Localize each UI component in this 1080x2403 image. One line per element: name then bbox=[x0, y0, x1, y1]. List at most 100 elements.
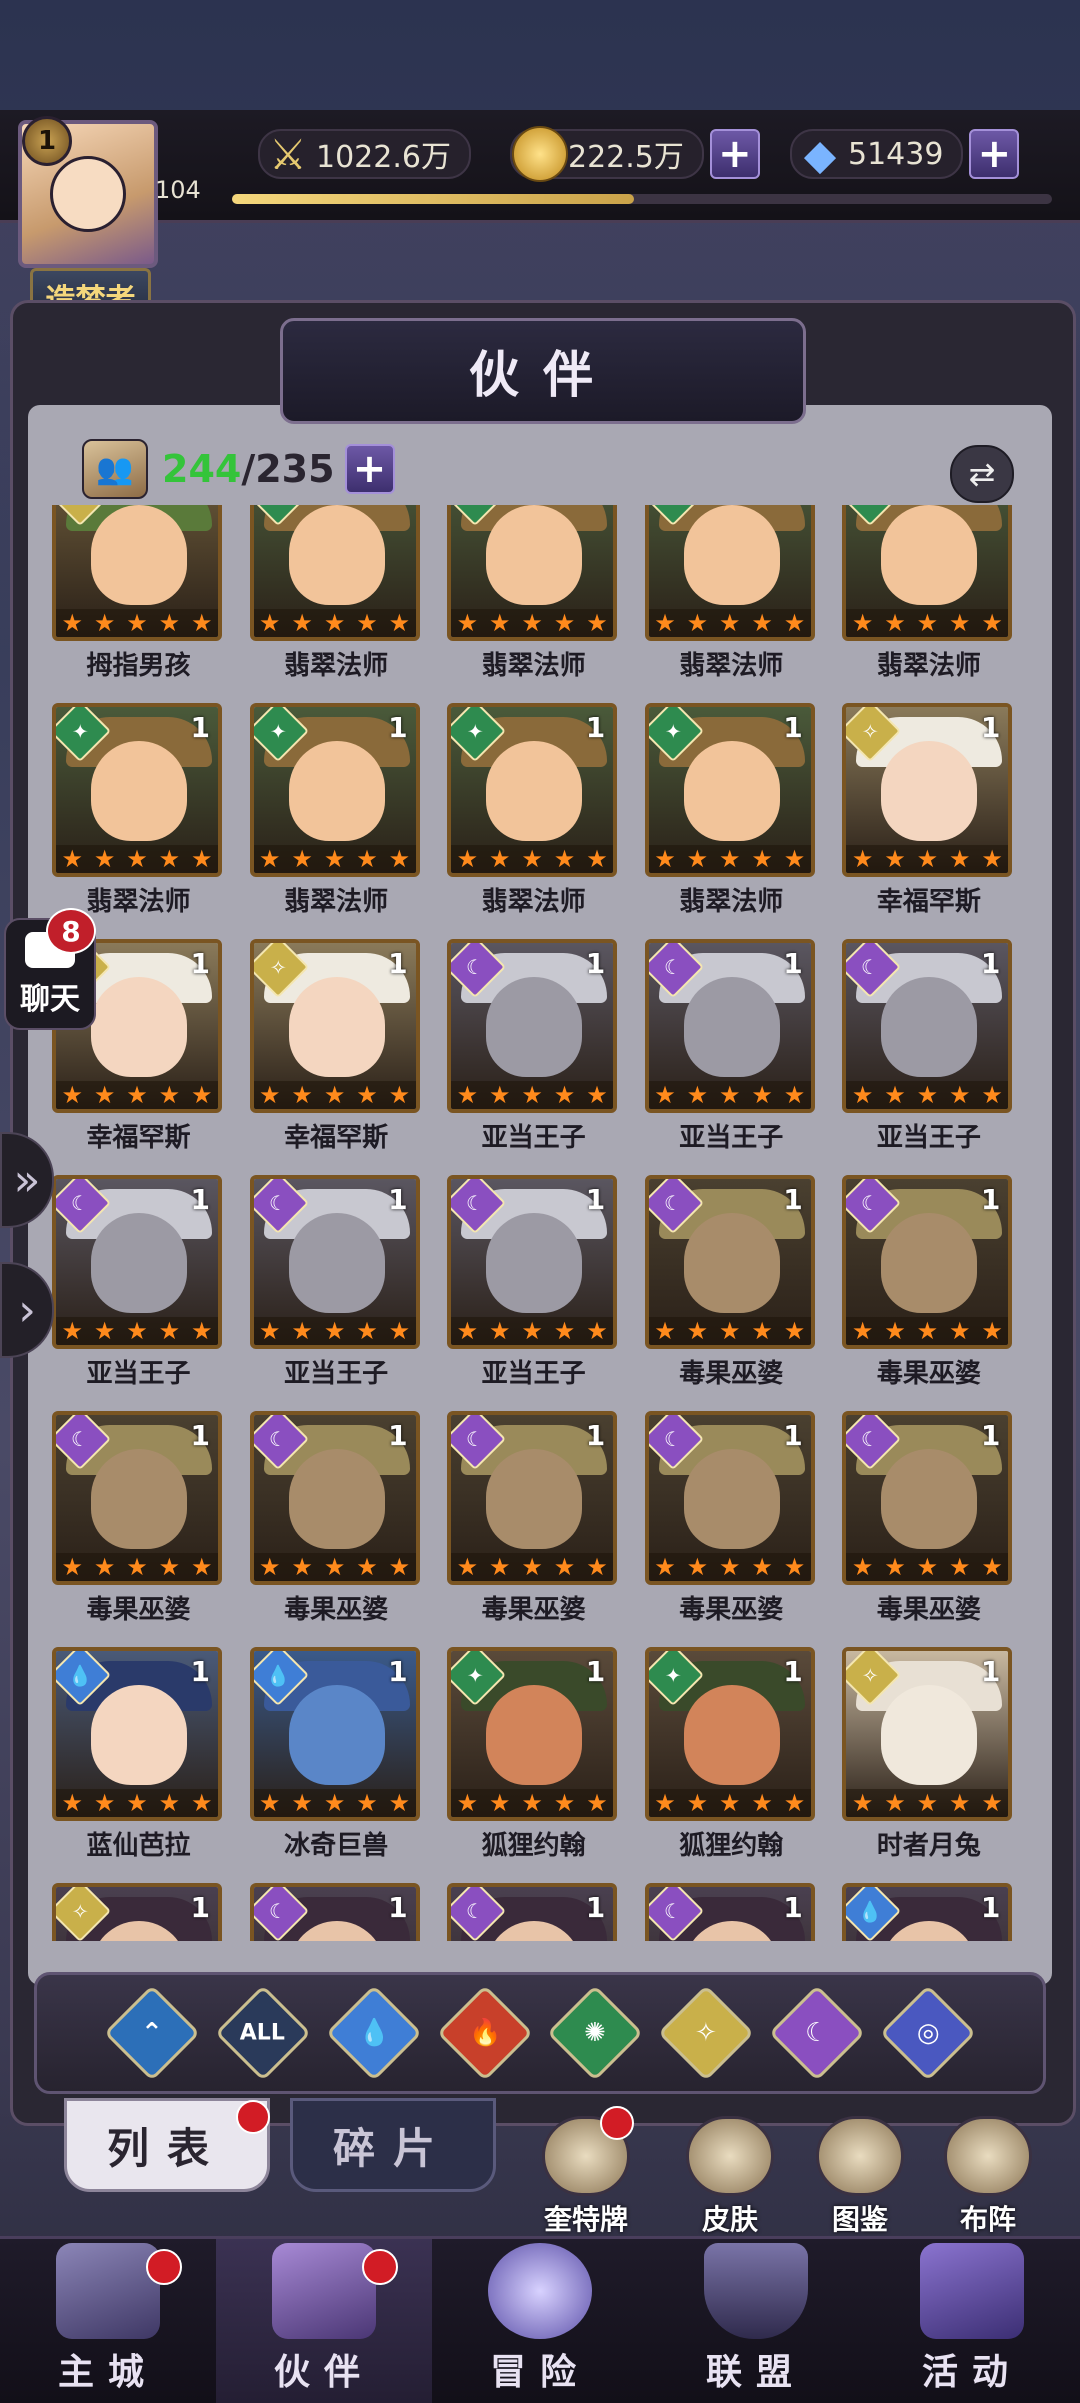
filter-wind-button[interactable]: ✺ bbox=[547, 1984, 644, 2082]
partner-card[interactable]: ★ ★ ★ ★ ★ ☾ 1 毒果巫婆 bbox=[633, 1411, 830, 1647]
nav-events[interactable]: 活动 bbox=[864, 2239, 1080, 2403]
partner-portrait: ★★★★★☾1 bbox=[447, 939, 618, 1113]
partner-card[interactable]: ★★★★★✧1幸福罕斯 bbox=[830, 703, 1027, 939]
partner-card[interactable]: ★ ★ ★ ★ ★ ✧ 1 时者月兔 bbox=[830, 1647, 1027, 1883]
partner-count-text: 244/235 bbox=[162, 447, 335, 491]
partner-card[interactable]: ★★★★★💧1 bbox=[830, 1883, 1027, 1941]
partner-card[interactable]: ★★★★★☾1 bbox=[238, 1883, 435, 1941]
star-icon: ★ bbox=[191, 609, 213, 637]
filter-fire-button[interactable]: 🔥 bbox=[436, 1984, 533, 2082]
partner-grid-viewport[interactable]: ★★★★★✧1拇指男孩★★★★★✦1翡翠法师★★★★★✦1翡翠法师★★★★★✦1… bbox=[40, 505, 1040, 1941]
partner-card[interactable]: ★ ★ ★ ★ ★ ☾ 1 毒果巫婆 bbox=[830, 1175, 1027, 1411]
star-icon: ★ bbox=[981, 609, 1003, 637]
star-icon: ★ bbox=[388, 1081, 411, 1109]
partner-card[interactable]: ★ ★ ★ ★ ★ ☾ 1 亚当王子 bbox=[830, 939, 1027, 1175]
sort-toggle-button[interactable]: ⇄ bbox=[950, 445, 1014, 503]
portrait-face bbox=[288, 505, 385, 605]
nav-alliance[interactable]: 联盟 bbox=[648, 2239, 864, 2403]
star-icon: ★ bbox=[553, 1317, 576, 1345]
partner-card[interactable]: ★ ★ ★ ★ ★ ☾ 1 亚当王子 bbox=[435, 939, 632, 1175]
partner-card[interactable]: ★★★★★✧1 bbox=[40, 1883, 237, 1941]
partner-name: 冰奇巨兽 bbox=[284, 1831, 389, 1861]
partner-card[interactable]: ★★★★★✧1幸福罕斯 bbox=[238, 939, 435, 1175]
star-rating: ★ ★ ★ ★ ★ bbox=[253, 845, 416, 873]
star-icon: ★ bbox=[586, 845, 608, 873]
partner-card[interactable]: ★★★★★✦1翡翠法师 bbox=[830, 505, 1027, 703]
star-icon: ★ bbox=[323, 1789, 346, 1817]
partner-name: 翡翠法师 bbox=[481, 887, 586, 917]
star-icon: ★ bbox=[489, 1317, 511, 1345]
partner-card[interactable]: ★★★★★✦1翡翠法师 bbox=[40, 703, 237, 939]
partner-name: 亚当王子 bbox=[284, 1359, 389, 1389]
partner-card[interactable]: ★ ★ ★ ★ ★ ☾ 1 亚当王子 bbox=[435, 1175, 632, 1411]
filter-water-up-button[interactable]: ⌃ bbox=[104, 1984, 201, 2082]
star-icon: ★ bbox=[521, 1081, 543, 1109]
partner-card[interactable]: ★★★★★✦1翡翠法师 bbox=[238, 505, 435, 703]
panel-title-plate: 伙伴 bbox=[280, 318, 806, 424]
star-icon: ★ bbox=[489, 1553, 511, 1581]
star-icon: ★ bbox=[686, 1553, 709, 1581]
partner-card[interactable]: ★ ★ ★ ★ ★ ☾ 1 毒果巫婆 bbox=[238, 1411, 435, 1647]
partner-card[interactable]: ★ ★ ★ ★ ★ ☾ 1 毒果巫婆 bbox=[40, 1411, 237, 1647]
partner-card[interactable]: ★ ★ ★ ★ ★ 💧 1 蓝仙芭拉 bbox=[40, 1647, 237, 1883]
star-rating: ★ ★ ★ ★ ★ bbox=[56, 1553, 218, 1581]
star-icon: ★ bbox=[751, 845, 773, 873]
star-icon: ★ bbox=[259, 1317, 281, 1345]
filter-water-button[interactable]: 💧 bbox=[325, 1984, 422, 2082]
partner-card[interactable]: ★ ★ ★ ★ ★ 💧 1 冰奇巨兽 bbox=[238, 1647, 435, 1883]
partner-card[interactable]: ★★★★★☾1 bbox=[435, 1883, 632, 1941]
partner-card[interactable]: ★★★★★✦1翡翠法师 bbox=[633, 703, 830, 939]
partner-card[interactable]: ★ ★ ★ ★ ★ ☾ 1 毒果巫婆 bbox=[435, 1411, 632, 1647]
filter-all-button[interactable]: ALL bbox=[215, 1984, 312, 2082]
star-icon: ★ bbox=[191, 1081, 213, 1109]
nav-partners[interactable]: 伙伴 bbox=[216, 2239, 432, 2403]
partner-name: 亚当王子 bbox=[876, 1123, 981, 1153]
star-icon: ★ bbox=[93, 1081, 116, 1109]
partner-card[interactable]: ★ ★ ★ ★ ★ ☾ 1 亚当王子 bbox=[40, 1175, 237, 1411]
partner-card[interactable]: ★ ★ ★ ★ ★ ☾ 1 毒果巫婆 bbox=[830, 1411, 1027, 1647]
star-icon: ★ bbox=[948, 1553, 971, 1581]
nav-main-city[interactable]: 主城 bbox=[0, 2239, 216, 2403]
expand-capacity-button[interactable]: + bbox=[344, 444, 395, 494]
portrait-face bbox=[881, 1449, 978, 1549]
filter-moon-button[interactable]: ☾ bbox=[768, 1984, 865, 2082]
partner-card-level: 1 bbox=[585, 1655, 606, 1688]
portrait-face bbox=[486, 505, 583, 605]
nav-label: 伙伴 bbox=[273, 2351, 374, 2393]
partner-card[interactable]: ★ ★ ★ ★ ★ ☾ 1 毒果巫婆 bbox=[633, 1175, 830, 1411]
filter-light-button[interactable]: ✧ bbox=[658, 1984, 755, 2082]
partner-card[interactable]: ★★★★★✦1翡翠法师 bbox=[633, 505, 830, 703]
partner-card[interactable]: ★★★★★✧1拇指男孩 bbox=[40, 505, 237, 703]
partner-portrait: ★★★★★💧1 bbox=[52, 1647, 222, 1821]
partner-card[interactable]: ★ ★ ★ ★ ★ ✦ 1 狐狸约翰 bbox=[435, 1647, 632, 1883]
fire-filter-icon: 🔥 bbox=[468, 2018, 501, 2048]
tab-fragments[interactable]: 碎片 bbox=[290, 2098, 496, 2192]
star-icon: ★ bbox=[456, 1789, 479, 1817]
partner-card[interactable]: ★ ★ ★ ★ ★ ☾ 1 亚当王子 bbox=[633, 939, 830, 1175]
partner-card[interactable]: ★ ★ ★ ★ ★ ☾ 1 亚当王子 bbox=[238, 1175, 435, 1411]
partner-card-level: 1 bbox=[388, 947, 408, 980]
partner-name: 时者月兔 bbox=[876, 1831, 981, 1861]
star-icon: ★ bbox=[851, 1081, 874, 1109]
portrait-face bbox=[288, 1685, 385, 1785]
add-gold-button[interactable]: + bbox=[709, 129, 760, 179]
partner-card[interactable]: ★★★★★☾1 bbox=[633, 1883, 830, 1941]
nav-adventure[interactable]: 冒险 bbox=[432, 2239, 648, 2403]
skin-shortcut[interactable]: 皮肤 bbox=[680, 2116, 780, 2238]
star-icon: ★ bbox=[948, 1789, 971, 1817]
add-diamond-button[interactable]: + bbox=[969, 129, 1020, 179]
partner-card[interactable]: ★★★★★✦1翡翠法师 bbox=[238, 703, 435, 939]
star-icon: ★ bbox=[388, 1317, 411, 1345]
codex-shortcut[interactable]: 图鉴 bbox=[810, 2116, 910, 2238]
filter-cosmic-button[interactable]: ◎ bbox=[879, 1984, 976, 2082]
partner-portrait: ★★★★★☾1 bbox=[842, 1411, 1013, 1585]
star-icon: ★ bbox=[783, 1317, 806, 1345]
partner-portrait: ★★★★★☾1 bbox=[644, 1883, 815, 1941]
partner-portrait: ★★★★★☾1 bbox=[447, 1411, 618, 1585]
partner-card[interactable]: ★★★★★✦1翡翠法师 bbox=[435, 505, 632, 703]
star-icon: ★ bbox=[291, 845, 313, 873]
formation-shortcut[interactable]: 布阵 bbox=[938, 2116, 1038, 2238]
portrait-face bbox=[486, 977, 583, 1077]
partner-card[interactable]: ★ ★ ★ ★ ★ ✦ 1 狐狸约翰 bbox=[633, 1647, 830, 1883]
partner-card[interactable]: ★★★★★✦1翡翠法师 bbox=[435, 703, 632, 939]
